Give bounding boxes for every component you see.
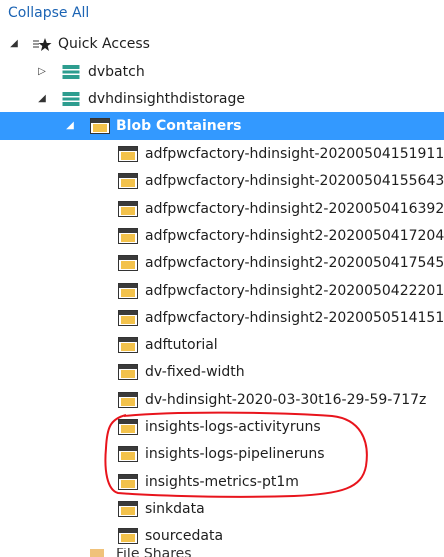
blob-container-icon [118,474,138,494]
blob-container-icon [118,283,138,303]
chevron-expanded-icon[interactable]: ◢ [64,120,76,132]
tree-item-label: sinkdata [145,501,205,517]
tree-item-label: insights-metrics-pt1m [145,474,299,490]
tree-item-blob-containers[interactable]: ◢ Blob Containers [0,112,444,140]
blob-container-icon [118,255,138,275]
blob-container-item[interactable]: sourcedata [0,522,444,550]
blob-container-item[interactable]: insights-logs-activityruns [0,413,444,441]
tree-item-label: adfpwcfactory-hdinsight2-20200504163928 [145,201,444,217]
storage-account-icon [62,64,80,84]
tree-item-label: insights-logs-pipelineruns [145,446,325,462]
tree-item-label: insights-logs-activityruns [145,419,321,435]
blob-container-icon [118,528,138,548]
blob-container-item[interactable]: dv-fixed-width [0,358,444,386]
blob-container-item[interactable]: insights-logs-pipelineruns [0,440,444,468]
storage-account-icon [62,91,80,111]
tree-item-label: adfpwcfactory-hdinsight-20200504155643 [145,173,444,189]
tree-item-label: dv-hdinsight-2020-03-30t16-29-59-717z [145,392,427,408]
chevron-expanded-icon[interactable]: ◢ [8,38,20,50]
blob-container-icon [118,146,138,166]
blob-container-item[interactable]: dv-hdinsight-2020-03-30t16-29-59-717z [0,386,444,414]
tree-item-storage-account[interactable]: ◢ dvhdinsighthdistorage [0,85,444,113]
blob-container-item[interactable]: sinkdata [0,495,444,523]
blob-container-icon [118,446,138,466]
tree-item-storage-account[interactable]: ▷ dvbatch [0,58,444,86]
blob-container-item[interactable]: adfpwcfactory-hdinsight-20200504155643 [0,167,444,195]
tree-item-label: adfpwcfactory-hdinsight2-20200504172042 [145,228,444,244]
tree-item-quick-access[interactable]: ◢ Quick Access [0,30,444,58]
blob-container-icon [118,201,138,221]
blob-container-icon [118,173,138,193]
blob-container-item[interactable]: adfpwcfactory-hdinsight2-20200505141512 [0,304,444,332]
tree-item-label: sourcedata [145,528,224,544]
blob-container-item[interactable]: adftutorial [0,331,444,359]
blob-container-icon [118,364,138,384]
tree-item-label: adfpwcfactory-hdinsight2-20200504222017 [145,283,444,299]
chevron-collapsed-icon[interactable]: ▷ [36,66,48,78]
blob-container-item[interactable]: insights-metrics-pt1m [0,468,444,496]
tree-item-label: adfpwcfactory-hdinsight2-20200504175458 [145,255,444,271]
file-share-icon [90,549,104,557]
blob-container-item[interactable]: adfpwcfactory-hdinsight-20200504151911 [0,140,444,168]
blob-container-icon [118,310,138,330]
blob-container-icon [118,228,138,248]
blob-container-item[interactable]: adfpwcfactory-hdinsight2-20200504222017 [0,277,444,305]
tree-item-label: adftutorial [145,337,218,353]
tree-item-label: Quick Access [58,36,150,52]
blob-container-item[interactable]: adfpwcfactory-hdinsight2-20200504163928 [0,195,444,223]
tree-item-label: adfpwcfactory-hdinsight-20200504151911 [145,146,444,162]
tree-item-label: dvhdinsighthdistorage [88,91,245,107]
collapse-all-link[interactable]: Collapse All [8,5,89,21]
pin-star-icon [32,37,52,57]
tree-item-partial: File Shares [0,548,444,557]
tree-item-label: dvbatch [88,64,145,80]
tree-item-label: dv-fixed-width [145,364,245,380]
blob-container-icon [118,419,138,439]
tree-item-label: adfpwcfactory-hdinsight2-20200505141512 [145,310,444,326]
tree-item-label: Blob Containers [116,118,242,134]
blob-container-icon [118,337,138,357]
chevron-expanded-icon[interactable]: ◢ [36,93,48,105]
blob-container-icon [118,501,138,521]
blob-container-item[interactable]: adfpwcfactory-hdinsight2-20200504172042 [0,222,444,250]
tree-item-label: File Shares [116,548,192,557]
blob-container-item[interactable]: adfpwcfactory-hdinsight2-20200504175458 [0,249,444,277]
blob-container-icon [118,392,138,412]
blob-folder-icon [90,118,110,138]
